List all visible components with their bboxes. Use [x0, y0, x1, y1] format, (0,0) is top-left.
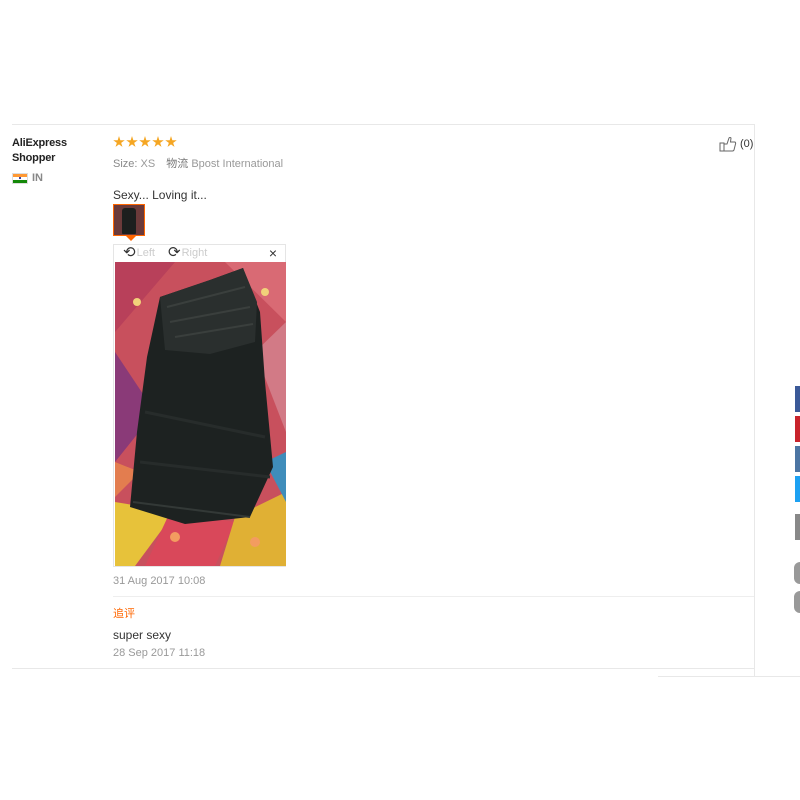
side-action-button[interactable] — [794, 591, 800, 613]
size-label: Size: — [113, 158, 138, 170]
review-meta: Size: XS 物流 Bpost International — [113, 155, 754, 171]
twitter-share-button[interactable] — [795, 476, 800, 502]
rotate-right-icon: ⟳ — [168, 244, 181, 261]
star-icon — [165, 136, 177, 147]
star-icon — [139, 136, 151, 147]
review-date: 31 Aug 2017 10:08 — [113, 575, 206, 587]
country-code: IN — [32, 172, 43, 184]
review-photo-thumbnail[interactable] — [113, 204, 145, 236]
review-right-divider — [754, 124, 755, 676]
side-action-button[interactable] — [794, 562, 800, 584]
rotate-left-label: Left — [136, 247, 155, 259]
reviewer-country: IN — [12, 172, 102, 184]
star-rating — [113, 136, 754, 150]
review-text: Sexy... Loving it... — [113, 188, 207, 202]
pinterest-share-button[interactable] — [795, 416, 800, 442]
review-body: Size: XS 物流 Bpost International Sexy... … — [113, 136, 754, 202]
more-share-button[interactable] — [795, 514, 800, 540]
followup-divider — [113, 596, 754, 597]
logistics-label: 物流 — [166, 158, 189, 170]
followup-label: 追评 — [113, 608, 135, 620]
star-icon — [113, 136, 125, 147]
reviewer-info: AliExpress Shopper IN — [12, 136, 102, 184]
rotate-right-button[interactable]: ⟳ Right — [168, 244, 208, 261]
review-photo — [115, 262, 286, 566]
size-value: XS — [140, 158, 156, 170]
thumbnail-pointer — [126, 236, 136, 241]
helpful-count: (0) — [740, 138, 754, 150]
thumbs-up-icon — [719, 137, 737, 152]
followup-text: super sexy — [113, 628, 172, 642]
rotate-left-button[interactable]: ⟲ Left — [123, 244, 155, 261]
review-bottom-divider — [12, 668, 754, 669]
close-viewer-button[interactable]: × — [269, 246, 277, 260]
photo-viewer-toolbar: ⟲ Left ⟳ Right × — [114, 245, 285, 261]
star-icon — [152, 136, 164, 147]
followup-date: 28 Sep 2017 11:18 — [113, 647, 206, 659]
reviewer-name: AliExpress Shopper — [12, 137, 67, 164]
section-divider — [658, 676, 800, 677]
vk-share-button[interactable] — [795, 446, 800, 472]
rotate-left-icon: ⟲ — [123, 244, 136, 261]
rotate-right-label: Right — [181, 247, 208, 259]
helpful-button[interactable]: (0) — [719, 136, 753, 152]
india-flag-icon — [12, 172, 28, 184]
review-top-divider — [12, 124, 754, 125]
logistics-value: Bpost International — [191, 158, 284, 170]
photo-viewer: ⟲ Left ⟳ Right × — [113, 244, 286, 567]
star-icon — [126, 136, 138, 147]
facebook-share-button[interactable] — [795, 386, 800, 412]
